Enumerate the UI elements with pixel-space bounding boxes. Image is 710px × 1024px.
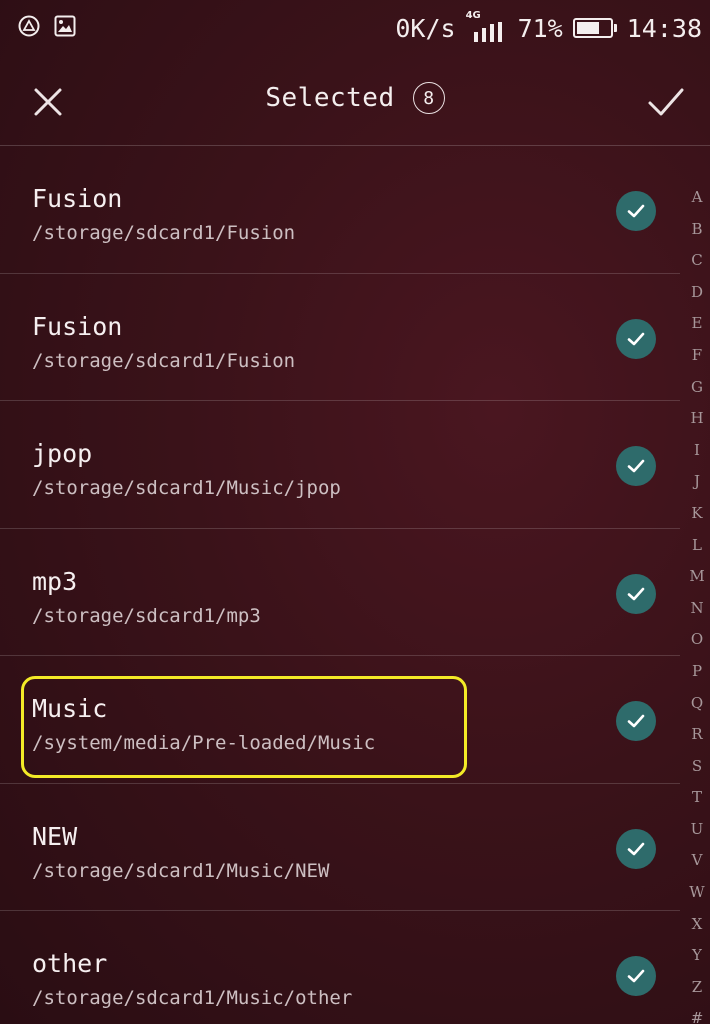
highlight-outline xyxy=(21,676,467,778)
selected-check-icon[interactable] xyxy=(616,191,656,231)
folder-row[interactable]: Fusion/storage/sdcard1/Fusion xyxy=(0,146,680,274)
selected-check-icon[interactable] xyxy=(616,318,656,359)
status-right: 0K/s 4G 71% 14:38 xyxy=(395,10,702,44)
folder-row[interactable]: mp3/storage/sdcard1/mp3 xyxy=(0,529,680,656)
index-letter[interactable]: R xyxy=(691,719,702,751)
index-letter[interactable]: G xyxy=(691,372,703,404)
status-left-icons xyxy=(18,15,76,41)
index-letter[interactable]: O xyxy=(691,624,703,656)
index-letter[interactable]: D xyxy=(691,277,703,309)
folder-name: other xyxy=(32,949,108,978)
image-icon xyxy=(54,15,76,41)
folder-name: mp3 xyxy=(32,566,78,596)
battery-icon xyxy=(572,18,617,38)
index-letter[interactable]: C xyxy=(691,245,702,277)
selected-check-icon[interactable] xyxy=(616,956,656,996)
folder-path: /storage/sdcard1/mp3 xyxy=(32,604,261,627)
battery-level-fill xyxy=(576,22,600,34)
folder-row[interactable]: Music/system/media/Pre-loaded/Music xyxy=(0,656,680,784)
folder-row[interactable]: jpop/storage/sdcard1/Music/jpop xyxy=(0,401,680,529)
page-title: Selected xyxy=(265,83,395,113)
index-letter[interactable]: A xyxy=(692,182,703,214)
network-speed: 0K/s xyxy=(395,13,456,43)
index-letter[interactable]: I xyxy=(694,435,700,467)
index-letter[interactable]: P xyxy=(692,656,702,688)
folder-name: jpop xyxy=(32,439,93,468)
title-group: Selected 8 xyxy=(0,82,710,114)
folder-row[interactable]: Fusion/storage/sdcard1/Fusion xyxy=(0,274,680,401)
folder-path: /system/media/Pre-loaded/Music xyxy=(32,732,376,754)
selected-check-icon[interactable] xyxy=(616,573,656,614)
battery-percent: 71% xyxy=(517,13,563,43)
status-bar: 0K/s 4G 71% 14:38 xyxy=(0,0,710,56)
clock: 14:38 xyxy=(626,13,702,43)
alert-triangle-icon xyxy=(18,15,40,41)
selected-count-badge: 8 xyxy=(412,82,445,114)
index-letter[interactable]: T xyxy=(692,782,702,814)
confirm-button[interactable] xyxy=(642,78,690,126)
selected-check-icon[interactable] xyxy=(616,701,656,741)
selection-header: Selected 8 xyxy=(0,56,710,146)
folder-path: /storage/sdcard1/Music/jpop xyxy=(32,477,341,499)
index-letter[interactable]: F xyxy=(692,340,702,372)
index-letter[interactable]: E xyxy=(692,308,703,340)
folder-path: /storage/sdcard1/Fusion xyxy=(32,222,296,244)
index-letter[interactable]: N xyxy=(690,593,703,625)
folder-list: Fusion/storage/sdcard1/Fusion Fusion/stor… xyxy=(0,146,680,1024)
index-letter[interactable]: K xyxy=(691,498,702,530)
selected-check-icon[interactable] xyxy=(616,446,656,486)
folder-name: Music xyxy=(32,694,108,723)
index-letter[interactable]: Z xyxy=(692,972,702,1004)
signal-icon: 4G xyxy=(465,10,508,44)
index-letter[interactable]: L xyxy=(692,530,702,562)
folder-name: NEW xyxy=(32,821,78,851)
index-letter[interactable]: X xyxy=(692,909,703,941)
folder-name: Fusion xyxy=(32,311,123,341)
index-letter[interactable]: V xyxy=(692,845,703,877)
index-letter[interactable]: M xyxy=(689,561,704,593)
index-letter[interactable]: U xyxy=(691,814,704,846)
index-letter[interactable]: # xyxy=(691,1003,704,1024)
selected-check-icon[interactable] xyxy=(616,828,656,869)
network-type: 4G xyxy=(465,10,481,21)
index-letter[interactable]: S xyxy=(692,751,702,783)
folder-row[interactable]: other/storage/sdcard1/Music/other xyxy=(0,911,680,1024)
index-letter[interactable]: B xyxy=(691,214,702,246)
index-letter[interactable]: Q xyxy=(691,688,703,720)
index-letter[interactable]: J xyxy=(694,466,700,498)
checkmark-icon xyxy=(648,88,684,116)
folder-path: /storage/sdcard1/Music/NEW xyxy=(32,859,330,882)
folder-row[interactable]: NEW/storage/sdcard1/Music/NEW xyxy=(0,784,680,911)
index-letter[interactable]: W xyxy=(689,877,704,909)
folder-name: Fusion xyxy=(32,184,123,213)
index-letter[interactable]: H xyxy=(690,403,703,435)
index-letter[interactable]: Y xyxy=(692,940,702,972)
folder-path: /storage/sdcard1/Music/other xyxy=(32,987,353,1009)
alphabet-index[interactable]: A B C D E F G H I J K L M N O P Q R S T U V W X Y Z # xyxy=(684,182,710,1024)
folder-path: /storage/sdcard1/Fusion xyxy=(32,349,296,372)
